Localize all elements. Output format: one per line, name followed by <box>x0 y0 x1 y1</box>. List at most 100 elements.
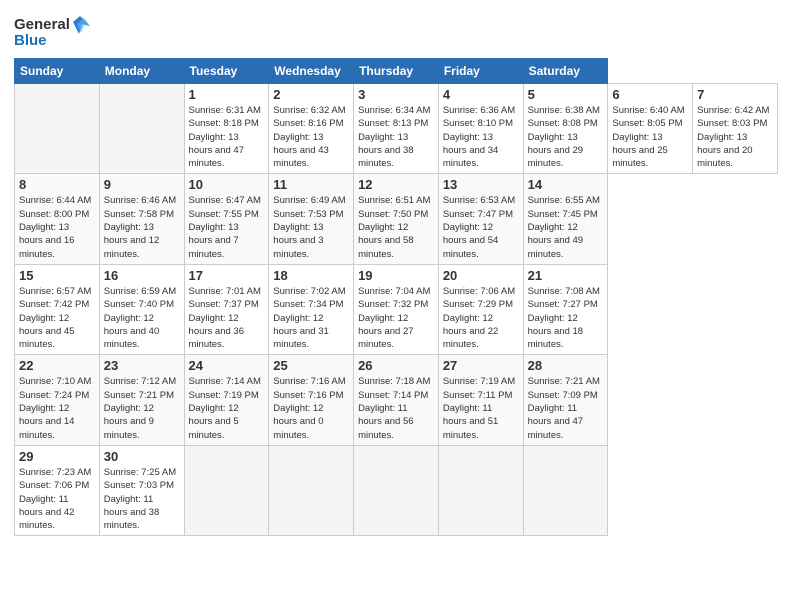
day-number: 25 <box>273 358 349 373</box>
day-number: 23 <box>104 358 180 373</box>
day-number: 30 <box>104 449 180 464</box>
day-info: Sunrise: 7:18 AMSunset: 7:14 PMDaylight:… <box>358 375 434 441</box>
calendar-cell: 8 Sunrise: 6:44 AMSunset: 8:00 PMDaylight… <box>15 174 100 264</box>
day-info: Sunrise: 7:04 AMSunset: 7:32 PMDaylight:… <box>358 285 434 351</box>
calendar-cell: 19 Sunrise: 7:04 AMSunset: 7:32 PMDayligh… <box>354 264 439 354</box>
weekday-header: Monday <box>99 59 184 84</box>
day-info: Sunrise: 6:31 AMSunset: 8:18 PMDaylight:… <box>189 104 265 170</box>
page: General Blue SundayMondayTuesdayWednesda… <box>0 0 792 612</box>
calendar-cell: 14 Sunrise: 6:55 AMSunset: 7:45 PMDayligh… <box>523 174 608 264</box>
day-info: Sunrise: 6:46 AMSunset: 7:58 PMDaylight:… <box>104 194 180 260</box>
day-info: Sunrise: 7:08 AMSunset: 7:27 PMDaylight:… <box>528 285 604 351</box>
day-number: 24 <box>189 358 265 373</box>
calendar-cell <box>184 445 269 535</box>
day-info: Sunrise: 7:10 AMSunset: 7:24 PMDaylight:… <box>19 375 95 441</box>
calendar-table: SundayMondayTuesdayWednesdayThursdayFrid… <box>14 58 778 536</box>
day-number: 15 <box>19 268 95 283</box>
calendar-cell: 22 Sunrise: 7:10 AMSunset: 7:24 PMDayligh… <box>15 355 100 445</box>
calendar-cell <box>15 84 100 174</box>
day-number: 17 <box>189 268 265 283</box>
day-number: 1 <box>189 87 265 102</box>
calendar-cell: 10Sunrise: 6:47 AMSunset: 7:55 PMDayligh… <box>184 174 269 264</box>
day-info: Sunrise: 6:38 AMSunset: 8:08 PMDaylight:… <box>528 104 604 170</box>
day-info: Sunrise: 6:55 AMSunset: 7:45 PMDaylight:… <box>528 194 604 260</box>
calendar-cell: 28 Sunrise: 7:21 AMSunset: 7:09 PMDayligh… <box>523 355 608 445</box>
day-info: Sunrise: 7:06 AMSunset: 7:29 PMDaylight:… <box>443 285 519 351</box>
day-info: Sunrise: 6:53 AMSunset: 7:47 PMDaylight:… <box>443 194 519 260</box>
header: General Blue <box>14 12 778 50</box>
calendar-cell: 2 Sunrise: 6:32 AMSunset: 8:16 PMDaylight… <box>269 84 354 174</box>
day-info: Sunrise: 7:16 AMSunset: 7:16 PMDaylight:… <box>273 375 349 441</box>
day-number: 14 <box>528 177 604 192</box>
calendar-week-row: 8 Sunrise: 6:44 AMSunset: 8:00 PMDaylight… <box>15 174 778 264</box>
calendar-cell: 25 Sunrise: 7:16 AMSunset: 7:16 PMDayligh… <box>269 355 354 445</box>
day-number: 20 <box>443 268 519 283</box>
weekday-header: Saturday <box>523 59 608 84</box>
calendar-cell: 1 Sunrise: 6:31 AMSunset: 8:18 PMDaylight… <box>184 84 269 174</box>
calendar-cell <box>99 84 184 174</box>
calendar-cell: 4Sunrise: 6:36 AMSunset: 8:10 PMDaylight… <box>438 84 523 174</box>
day-info: Sunrise: 6:40 AMSunset: 8:05 PMDaylight:… <box>612 104 688 170</box>
day-number: 8 <box>19 177 95 192</box>
day-number: 27 <box>443 358 519 373</box>
calendar-cell: 9 Sunrise: 6:46 AMSunset: 7:58 PMDaylight… <box>99 174 184 264</box>
day-info: Sunrise: 7:21 AMSunset: 7:09 PMDaylight:… <box>528 375 604 441</box>
logo-svg: General Blue <box>14 12 94 50</box>
day-info: Sunrise: 6:42 AMSunset: 8:03 PMDaylight:… <box>697 104 773 170</box>
day-number: 7 <box>697 87 773 102</box>
calendar-week-row: 22 Sunrise: 7:10 AMSunset: 7:24 PMDayligh… <box>15 355 778 445</box>
day-number: 9 <box>104 177 180 192</box>
day-number: 3 <box>358 87 434 102</box>
weekday-header-row: SundayMondayTuesdayWednesdayThursdayFrid… <box>15 59 778 84</box>
calendar-cell: 3 Sunrise: 6:34 AMSunset: 8:13 PMDaylight… <box>354 84 439 174</box>
day-number: 2 <box>273 87 349 102</box>
day-info: Sunrise: 7:14 AMSunset: 7:19 PMDaylight:… <box>189 375 265 441</box>
calendar-cell: 26 Sunrise: 7:18 AMSunset: 7:14 PMDayligh… <box>354 355 439 445</box>
day-info: Sunrise: 7:19 AMSunset: 7:11 PMDaylight:… <box>443 375 519 441</box>
calendar-week-row: 29 Sunrise: 7:23 AMSunset: 7:06 PMDayligh… <box>15 445 778 535</box>
day-number: 28 <box>528 358 604 373</box>
calendar-cell: 29 Sunrise: 7:23 AMSunset: 7:06 PMDayligh… <box>15 445 100 535</box>
calendar-cell: 12Sunrise: 6:51 AMSunset: 7:50 PMDayligh… <box>354 174 439 264</box>
day-number: 21 <box>528 268 604 283</box>
calendar-cell: 30Sunrise: 7:25 AMSunset: 7:03 PMDayligh… <box>99 445 184 535</box>
weekday-header: Sunday <box>15 59 100 84</box>
day-number: 29 <box>19 449 95 464</box>
day-info: Sunrise: 6:34 AMSunset: 8:13 PMDaylight:… <box>358 104 434 170</box>
calendar-cell: 18 Sunrise: 7:02 AMSunset: 7:34 PMDayligh… <box>269 264 354 354</box>
calendar-cell: 6Sunrise: 6:40 AMSunset: 8:05 PMDaylight… <box>608 84 693 174</box>
day-number: 16 <box>104 268 180 283</box>
day-number: 11 <box>273 177 349 192</box>
day-info: Sunrise: 6:32 AMSunset: 8:16 PMDaylight:… <box>273 104 349 170</box>
day-info: Sunrise: 6:49 AMSunset: 7:53 PMDaylight:… <box>273 194 349 260</box>
day-info: Sunrise: 7:12 AMSunset: 7:21 PMDaylight:… <box>104 375 180 441</box>
calendar-week-row: 15Sunrise: 6:57 AMSunset: 7:42 PMDayligh… <box>15 264 778 354</box>
day-number: 22 <box>19 358 95 373</box>
weekday-header: Wednesday <box>269 59 354 84</box>
day-number: 10 <box>189 177 265 192</box>
calendar-cell: 13 Sunrise: 6:53 AMSunset: 7:47 PMDayligh… <box>438 174 523 264</box>
calendar-cell: 20 Sunrise: 7:06 AMSunset: 7:29 PMDayligh… <box>438 264 523 354</box>
calendar-cell <box>354 445 439 535</box>
calendar-cell: 21 Sunrise: 7:08 AMSunset: 7:27 PMDayligh… <box>523 264 608 354</box>
calendar-cell: 5 Sunrise: 6:38 AMSunset: 8:08 PMDaylight… <box>523 84 608 174</box>
day-info: Sunrise: 7:02 AMSunset: 7:34 PMDaylight:… <box>273 285 349 351</box>
calendar-cell: 27 Sunrise: 7:19 AMSunset: 7:11 PMDayligh… <box>438 355 523 445</box>
weekday-header: Friday <box>438 59 523 84</box>
day-number: 26 <box>358 358 434 373</box>
day-info: Sunrise: 6:44 AMSunset: 8:00 PMDaylight:… <box>19 194 95 260</box>
day-number: 19 <box>358 268 434 283</box>
day-info: Sunrise: 7:01 AMSunset: 7:37 PMDaylight:… <box>189 285 265 351</box>
day-number: 18 <box>273 268 349 283</box>
day-info: Sunrise: 6:36 AMSunset: 8:10 PMDaylight:… <box>443 104 519 170</box>
calendar-cell: 16Sunrise: 6:59 AMSunset: 7:40 PMDayligh… <box>99 264 184 354</box>
day-number: 5 <box>528 87 604 102</box>
logo: General Blue <box>14 12 94 50</box>
weekday-header: Tuesday <box>184 59 269 84</box>
svg-text:General: General <box>14 16 70 33</box>
day-number: 13 <box>443 177 519 192</box>
calendar-cell: 7 Sunrise: 6:42 AMSunset: 8:03 PMDaylight… <box>693 84 778 174</box>
calendar-cell <box>269 445 354 535</box>
calendar-cell <box>438 445 523 535</box>
day-info: Sunrise: 7:23 AMSunset: 7:06 PMDaylight:… <box>19 466 95 532</box>
